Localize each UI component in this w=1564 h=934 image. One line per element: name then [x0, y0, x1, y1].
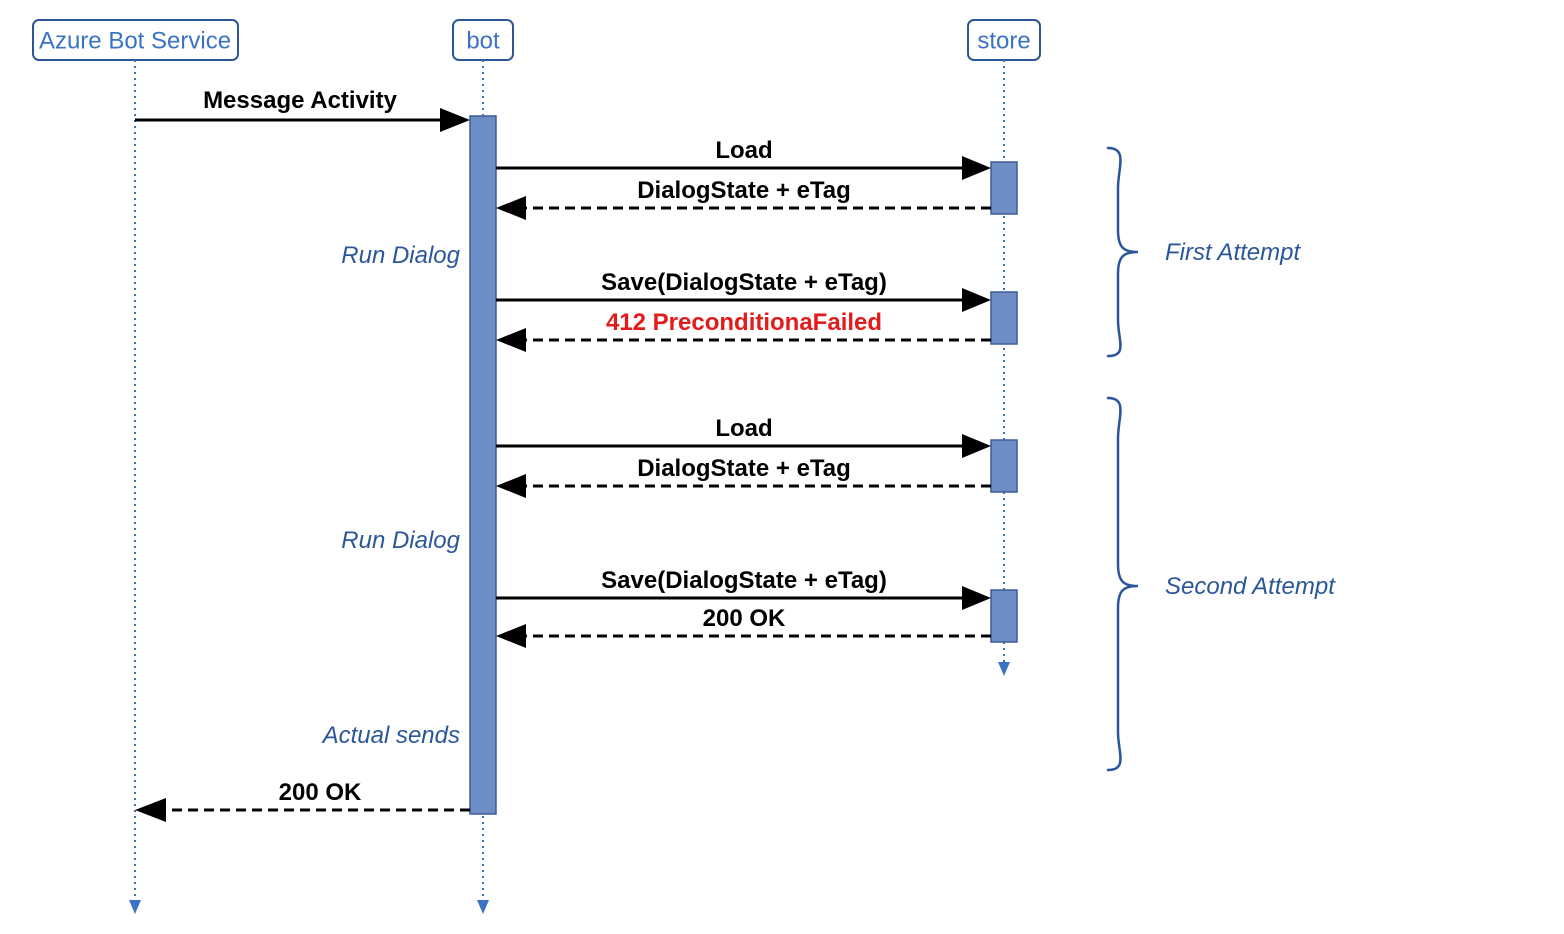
msg-activity-label: Message Activity — [203, 87, 398, 114]
msg-load-2: Load — [496, 415, 991, 458]
msg-save-1-label: Save(DialogState + eTag) — [601, 269, 887, 296]
second-attempt-label: Second Attempt — [1165, 573, 1336, 600]
brace-first-attempt: First Attempt — [1108, 148, 1301, 356]
msg-dialogstate-1: DialogState + eTag — [496, 177, 991, 220]
activation-bot — [470, 116, 496, 814]
msg-200ok-azure-label: 200 OK — [279, 779, 362, 806]
msg-load-1-label: Load — [715, 137, 772, 164]
first-attempt-label: First Attempt — [1165, 239, 1301, 266]
msg-load-2-label: Load — [715, 415, 772, 442]
msg-200ok-store-label: 200 OK — [703, 605, 786, 632]
participant-azure-label: Azure Bot Service — [39, 27, 231, 54]
participant-azure: Azure Bot Service — [33, 20, 238, 60]
lifeline-azure-arrow — [129, 900, 141, 914]
activation-store-2 — [991, 292, 1017, 344]
msg-save-1: Save(DialogState + eTag) — [496, 269, 991, 312]
participant-bot: bot — [453, 20, 513, 60]
sequence-diagram: Azure Bot Service bot store Message Acti… — [0, 0, 1564, 934]
activation-store-1 — [991, 162, 1017, 214]
lifeline-store-arrow — [998, 662, 1010, 676]
msg-dialogstate-2-label: DialogState + eTag — [637, 455, 851, 482]
run-dialog-1-label: Run Dialog — [341, 242, 460, 269]
msg-200ok-azure: 200 OK — [135, 779, 470, 822]
msg-activity: Message Activity — [135, 87, 470, 132]
run-dialog-2-label: Run Dialog — [341, 527, 460, 554]
participant-store-label: store — [977, 27, 1030, 54]
msg-precondition-failed-label: 412 PreconditionaFailed — [606, 309, 882, 336]
actual-sends-label: Actual sends — [321, 722, 460, 749]
msg-load-1: Load — [496, 137, 991, 180]
msg-save-2: Save(DialogState + eTag) — [496, 567, 991, 610]
msg-precondition-failed: 412 PreconditionaFailed — [496, 309, 991, 352]
participant-bot-label: bot — [466, 27, 500, 54]
activation-store-3 — [991, 440, 1017, 492]
activation-store-4 — [991, 590, 1017, 642]
lifeline-bot-arrow — [477, 900, 489, 914]
msg-dialogstate-2: DialogState + eTag — [496, 455, 991, 498]
msg-dialogstate-1-label: DialogState + eTag — [637, 177, 851, 204]
msg-200ok-store: 200 OK — [496, 605, 991, 648]
brace-second-attempt: Second Attempt — [1108, 398, 1336, 770]
participant-store: store — [968, 20, 1040, 60]
msg-save-2-label: Save(DialogState + eTag) — [601, 567, 887, 594]
